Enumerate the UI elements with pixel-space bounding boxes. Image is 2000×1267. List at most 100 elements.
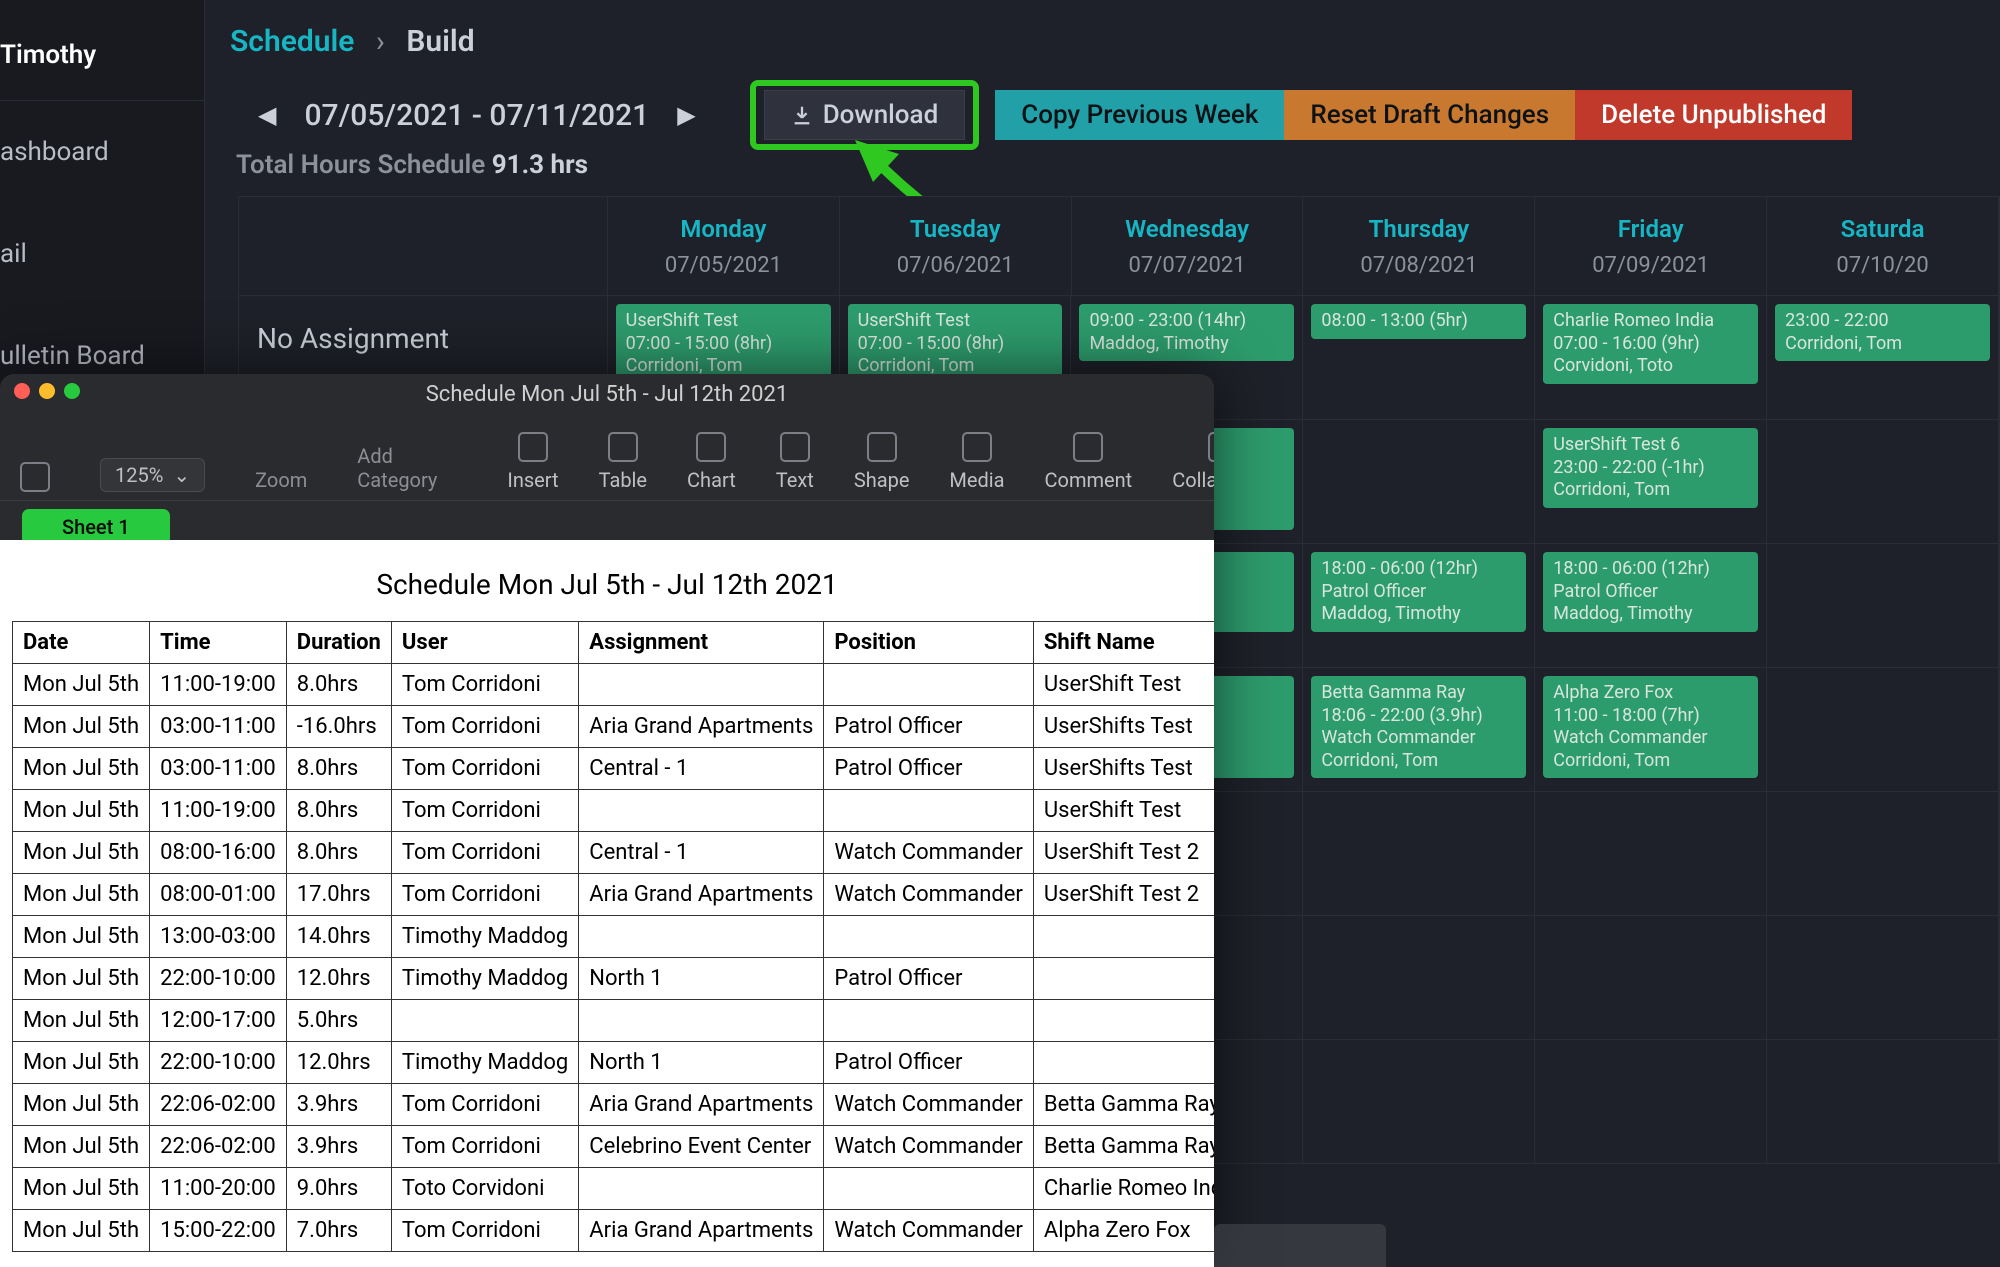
toolbar-text[interactable]: Text <box>776 432 814 492</box>
table-cell[interactable]: Betta Gamma Ray <box>1033 1126 1214 1168</box>
table-cell[interactable]: Toto Corvidoni <box>391 1168 578 1210</box>
toolbar-chart[interactable]: Chart <box>687 432 736 492</box>
table-row[interactable]: Mon Jul 5th13:00-03:0014.0hrsTimothy Mad… <box>13 916 1215 958</box>
schedule-cell[interactable] <box>1767 1040 1999 1163</box>
breadcrumb-parent[interactable]: Schedule <box>230 24 354 59</box>
table-cell[interactable]: 8.0hrs <box>286 832 391 874</box>
table-cell[interactable] <box>1033 1042 1214 1084</box>
table-cell[interactable]: Mon Jul 5th <box>13 874 150 916</box>
schedule-cell[interactable] <box>1767 420 1999 543</box>
table-row[interactable]: Mon Jul 5th11:00-19:008.0hrsTom Corridon… <box>13 790 1215 832</box>
schedule-cell[interactable]: 18:00 - 06:00 (12hr)Patrol OfficerMaddog… <box>1303 544 1535 667</box>
table-cell[interactable]: Mon Jul 5th <box>13 832 150 874</box>
table-cell[interactable]: Aria Grand Apartments <box>579 706 824 748</box>
table-row[interactable]: Mon Jul 5th03:00-11:008.0hrsTom Corridon… <box>13 748 1215 790</box>
schedule-cell[interactable] <box>1535 1040 1767 1163</box>
table-cell[interactable]: 5.0hrs <box>286 1000 391 1042</box>
table-cell[interactable]: 15:00-22:00 <box>150 1210 287 1252</box>
spreadsheet-document[interactable]: Schedule Mon Jul 5th - Jul 12th 2021 Dat… <box>0 540 1214 1267</box>
schedule-cell[interactable] <box>1767 668 1999 791</box>
table-cell[interactable]: Watch Commander <box>824 1084 1034 1126</box>
table-cell[interactable]: 22:06-02:00 <box>150 1126 287 1168</box>
table-cell[interactable]: Central - 1 <box>579 748 824 790</box>
table-row[interactable]: Mon Jul 5th08:00-16:008.0hrsTom Corridon… <box>13 832 1215 874</box>
schedule-cell[interactable] <box>1535 792 1767 915</box>
table-cell[interactable]: 08:00-01:00 <box>150 874 287 916</box>
table-cell[interactable]: 11:00-19:00 <box>150 664 287 706</box>
table-cell[interactable]: 8.0hrs <box>286 748 391 790</box>
table-cell[interactable]: 9.0hrs <box>286 1168 391 1210</box>
table-cell[interactable]: Celebrino Event Center <box>579 1126 824 1168</box>
table-cell[interactable]: 12.0hrs <box>286 958 391 1000</box>
toolbar-table[interactable]: Table <box>599 432 647 492</box>
table-cell[interactable] <box>579 1000 824 1042</box>
table-cell[interactable]: Patrol Officer <box>824 748 1034 790</box>
shift-card[interactable]: 08:00 - 13:00 (5hr) <box>1311 304 1526 339</box>
table-cell[interactable]: Tom Corridoni <box>391 790 578 832</box>
table-cell[interactable]: 3.9hrs <box>286 1126 391 1168</box>
table-cell[interactable]: Timothy Maddog <box>391 1042 578 1084</box>
table-row[interactable]: Mon Jul 5th22:00-10:0012.0hrsTimothy Mad… <box>13 958 1215 1000</box>
table-cell[interactable]: UserShifts Test <box>1033 748 1214 790</box>
table-cell[interactable] <box>579 916 824 958</box>
table-cell[interactable]: 22:00-10:00 <box>150 958 287 1000</box>
table-cell[interactable]: 12.0hrs <box>286 1042 391 1084</box>
table-cell[interactable]: 11:00-19:00 <box>150 790 287 832</box>
table-row[interactable]: Mon Jul 5th12:00-17:005.0hrs <box>13 1000 1215 1042</box>
table-cell[interactable]: Mon Jul 5th <box>13 916 150 958</box>
table-cell[interactable]: UserShift Test <box>1033 664 1214 706</box>
column-header[interactable]: Shift Name <box>1033 622 1214 664</box>
table-row[interactable]: Mon Jul 5th22:06-02:003.9hrsTom Corridon… <box>13 1126 1215 1168</box>
shift-card[interactable]: 18:00 - 06:00 (12hr)Patrol OfficerMaddog… <box>1543 552 1758 632</box>
table-cell[interactable]: Tom Corridoni <box>391 1126 578 1168</box>
table-cell[interactable]: Tom Corridoni <box>391 874 578 916</box>
schedule-cell[interactable] <box>1535 916 1767 1039</box>
view-menu[interactable] <box>20 462 50 492</box>
reset-draft-button[interactable]: Reset Draft Changes <box>1284 90 1575 140</box>
table-cell[interactable]: Tom Corridoni <box>391 748 578 790</box>
schedule-cell[interactable] <box>1767 544 1999 667</box>
table-row[interactable]: Mon Jul 5th22:00-10:0012.0hrsTimothy Mad… <box>13 1042 1215 1084</box>
toolbar-media[interactable]: Media <box>949 432 1004 492</box>
table-cell[interactable]: Mon Jul 5th <box>13 1126 150 1168</box>
table-cell[interactable] <box>1033 958 1214 1000</box>
toolbar-insert[interactable]: Insert <box>507 432 558 492</box>
table-cell[interactable]: Tom Corridoni <box>391 832 578 874</box>
table-cell[interactable]: 22:06-02:00 <box>150 1084 287 1126</box>
table-cell[interactable]: 8.0hrs <box>286 664 391 706</box>
table-row[interactable]: Mon Jul 5th11:00-19:008.0hrsTom Corridon… <box>13 664 1215 706</box>
table-cell[interactable]: North 1 <box>579 958 824 1000</box>
schedule-cell[interactable]: 23:00 - 22:00Corridoni, Tom <box>1767 296 1999 419</box>
table-row[interactable]: Mon Jul 5th15:00-22:007.0hrsTom Corridon… <box>13 1210 1215 1252</box>
toolbar-comment[interactable]: Comment <box>1045 432 1133 492</box>
table-row[interactable]: Mon Jul 5th03:00-11:00-16.0hrsTom Corrid… <box>13 706 1215 748</box>
column-header[interactable]: Duration <box>286 622 391 664</box>
table-cell[interactable] <box>824 664 1034 706</box>
table-cell[interactable] <box>824 1000 1034 1042</box>
schedule-cell[interactable]: 08:00 - 13:00 (5hr) <box>1303 296 1535 419</box>
spreadsheet-window[interactable]: Schedule Mon Jul 5th - Jul 12th 2021 125… <box>0 374 1214 1267</box>
table-cell[interactable] <box>391 1000 578 1042</box>
shift-card[interactable]: Alpha Zero Fox11:00 - 18:00 (7hr)Watch C… <box>1543 676 1758 778</box>
schedule-cell[interactable] <box>1303 916 1535 1039</box>
schedule-cell[interactable]: 18:00 - 06:00 (12hr)Patrol OfficerMaddog… <box>1535 544 1767 667</box>
table-cell[interactable] <box>579 1168 824 1210</box>
table-row[interactable]: Mon Jul 5th08:00-01:0017.0hrsTom Corrido… <box>13 874 1215 916</box>
table-cell[interactable]: Charlie Romeo India <box>1033 1168 1214 1210</box>
table-cell[interactable]: North 1 <box>579 1042 824 1084</box>
table-cell[interactable]: Mon Jul 5th <box>13 664 150 706</box>
column-header[interactable]: Assignment <box>579 622 824 664</box>
schedule-cell[interactable] <box>1767 916 1999 1039</box>
shift-card[interactable]: UserShift Test 623:00 - 22:00 (-1hr)Corr… <box>1543 428 1758 508</box>
schedule-cell[interactable]: Charlie Romeo India07:00 - 16:00 (9hr)Co… <box>1535 296 1767 419</box>
table-cell[interactable]: Central - 1 <box>579 832 824 874</box>
table-cell[interactable]: Mon Jul 5th <box>13 1042 150 1084</box>
shift-card[interactable]: 18:00 - 06:00 (12hr)Patrol OfficerMaddog… <box>1311 552 1526 632</box>
table-cell[interactable]: Mon Jul 5th <box>13 790 150 832</box>
table-cell[interactable]: Patrol Officer <box>824 706 1034 748</box>
table-row[interactable]: Mon Jul 5th11:00-20:009.0hrsToto Corvido… <box>13 1168 1215 1210</box>
table-cell[interactable]: Aria Grand Apartments <box>579 1084 824 1126</box>
shift-card[interactable]: UserShift Test07:00 - 15:00 (8hr)Corrido… <box>616 304 831 384</box>
table-cell[interactable]: 03:00-11:00 <box>150 748 287 790</box>
table-cell[interactable]: UserShift Test 2 <box>1033 832 1214 874</box>
